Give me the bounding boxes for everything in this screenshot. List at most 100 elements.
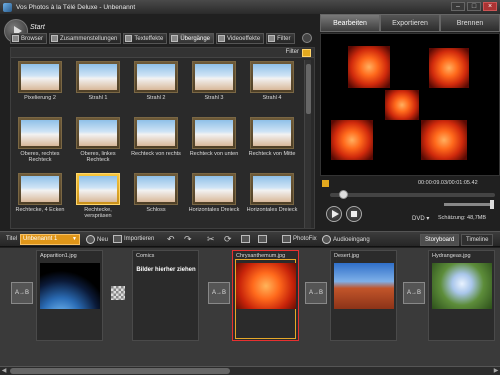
storyboard-slot[interactable]: Apparition1.jpg: [36, 250, 103, 341]
effect-label: Oberes, linkes Rechteck: [80, 151, 116, 163]
effect-label: Strahl 2: [146, 95, 166, 101]
redo-button[interactable]: ↷: [184, 235, 192, 244]
effect-thumbnail[interactable]: Strahl 4: [246, 61, 296, 113]
effect-frame: [192, 173, 236, 205]
tab-bearbeiten[interactable]: Bearbeiten: [320, 14, 380, 32]
tab-storyboard[interactable]: Storyboard: [420, 234, 460, 246]
image-button[interactable]: [258, 235, 267, 243]
text-effects-icon: [125, 35, 133, 42]
stop-button[interactable]: [346, 206, 362, 222]
close-button[interactable]: ×: [483, 2, 497, 11]
titel-label: Titel: [6, 236, 18, 242]
timecode: 00:00:09.03/00:01:05.42: [418, 180, 478, 186]
effect-thumbnail[interactable]: Horizontales Dreieck: [246, 173, 298, 225]
crop-button[interactable]: [241, 235, 250, 243]
effect-thumbnail[interactable]: Oberes, linkes Rechteck: [72, 117, 122, 169]
rotate-icon: ⟳: [224, 234, 232, 244]
microphone-icon: [322, 235, 331, 244]
effect-thumbnail[interactable]: Rechteck von unten: [188, 117, 238, 169]
tab-browser[interactable]: Browser: [10, 33, 48, 44]
effects-panel: Filter Pixelierung 2 Strahl 1 Strahl 2 Stra…: [10, 47, 315, 229]
minimize-button[interactable]: –: [451, 2, 465, 11]
effect-thumbnail[interactable]: Pixelierung 2: [14, 61, 64, 113]
import-icon: [113, 235, 122, 243]
storyboard-slot[interactable]: Hydrangeas.jpg: [428, 250, 495, 341]
audio-input-button[interactable]: Audioeingang: [322, 235, 370, 244]
play-button[interactable]: [326, 206, 342, 222]
maximize-button[interactable]: □: [467, 2, 481, 11]
output-format-dropdown[interactable]: DVD ▾: [412, 215, 429, 222]
effect-thumbnail[interactable]: Oberes, rechtes Rechteck: [14, 117, 64, 169]
transition-slot[interactable]: A→B: [305, 282, 327, 304]
preview-flower-tile: [385, 90, 419, 120]
browser-icon: [12, 35, 19, 42]
transition-slot[interactable]: A→B: [11, 282, 33, 304]
undo-icon: ↶: [167, 234, 175, 244]
seek-bar[interactable]: [330, 190, 495, 199]
photofix-button[interactable]: PhotoFix: [282, 235, 317, 243]
transition-slot[interactable]: A→B: [208, 282, 230, 304]
effect-frame: [134, 173, 178, 205]
effect-thumbnail[interactable]: Strahl 2: [130, 61, 180, 113]
effect-thumbnail[interactable]: Rechteck von rechts: [130, 117, 181, 169]
volume-knob[interactable]: [490, 200, 494, 209]
effect-frame: [76, 173, 120, 205]
scrollbar-thumb[interactable]: [306, 64, 311, 114]
effect-thumbnail[interactable]: Rechtecke, verspräsen: [72, 173, 122, 225]
filter-dropdown-icon[interactable]: [302, 49, 311, 57]
tab-videoeffekte[interactable]: Videoeffekte: [216, 33, 265, 44]
effects-scrollbar[interactable]: [304, 60, 311, 228]
slot-name: Chrysanthemum.jpg: [236, 253, 286, 259]
app-window: Vos Photos à la Télé Deluxe - Unbenannt …: [0, 0, 500, 375]
snapshot-icon[interactable]: [322, 180, 329, 187]
camera-icon: [282, 235, 291, 243]
transition-slot[interactable]: A→B: [403, 282, 425, 304]
headphones-icon[interactable]: [302, 33, 312, 43]
tab-uebergaenge[interactable]: Übergänge: [169, 33, 215, 44]
tab-exportieren[interactable]: Exportieren: [380, 14, 440, 32]
scroll-left-icon[interactable]: ◀: [0, 367, 8, 375]
effect-label: Strahl 3: [204, 95, 224, 101]
effects-grid: Pixelierung 2 Strahl 1 Strahl 2 Strahl 3 Str…: [14, 61, 304, 229]
effect-thumbnail[interactable]: Strahl 3: [188, 61, 238, 113]
effect-thumbnail[interactable]: Horizontales Dreieck: [188, 173, 239, 225]
titel-dropdown[interactable]: Unbenannt 1: [20, 234, 80, 245]
storyboard-slot[interactable]: Desert.jpg: [330, 250, 397, 341]
tab-filter[interactable]: Filter: [266, 33, 295, 44]
effect-frame: [18, 61, 62, 93]
effect-label: Pixelierung 2: [24, 95, 56, 101]
storyboard-scrollbar[interactable]: ◀ ▶: [0, 366, 500, 375]
effect-frame: [76, 117, 120, 149]
effect-label: Strahl 1: [88, 95, 108, 101]
rotate-button[interactable]: ⟳: [224, 235, 232, 244]
import-button[interactable]: Importieren: [113, 235, 154, 243]
new-button[interactable]: Neu: [86, 235, 108, 244]
effect-thumbnail[interactable]: Strahl 1: [72, 61, 122, 113]
tab-brennen[interactable]: Brennen: [440, 14, 500, 32]
undo-button[interactable]: ↶: [167, 235, 175, 244]
effect-preview-image: [195, 176, 233, 202]
effect-thumbnail[interactable]: Rechteck von Mitte: [246, 117, 296, 169]
effect-frame: [250, 173, 294, 205]
effect-frame: [250, 61, 294, 93]
storyboard-slot[interactable]: Comics Bilder hierher ziehen: [132, 250, 199, 341]
seek-knob[interactable]: [339, 190, 349, 199]
effect-frame: [18, 173, 62, 205]
effect-frame: [76, 61, 120, 93]
volume-slider[interactable]: [444, 200, 494, 209]
tab-zusammenstellungen[interactable]: Zusammenstellungen: [49, 33, 122, 44]
storyboard-slot-selected[interactable]: Chrysanthemum.jpg: [232, 250, 299, 341]
scroll-right-icon[interactable]: ▶: [492, 367, 500, 375]
effect-frame: [250, 117, 294, 149]
effect-preview-image: [195, 64, 233, 90]
effect-thumbnail[interactable]: Schloss: [130, 173, 180, 225]
cut-button[interactable]: ✂: [207, 235, 215, 244]
effect-thumbnail[interactable]: Rechtecke, 4 Ecken: [14, 173, 64, 225]
effect-label: Horizontales Dreieck: [246, 207, 298, 213]
scrollbar-thumb[interactable]: [10, 368, 230, 374]
tab-texteffekte[interactable]: Texteffekte: [123, 33, 168, 44]
tab-timeline[interactable]: Timeline: [461, 234, 494, 246]
effect-preview-image: [79, 120, 117, 146]
effect-label: Oberes, rechtes Rechteck: [20, 151, 60, 163]
transition-pattern-icon[interactable]: [111, 286, 125, 300]
